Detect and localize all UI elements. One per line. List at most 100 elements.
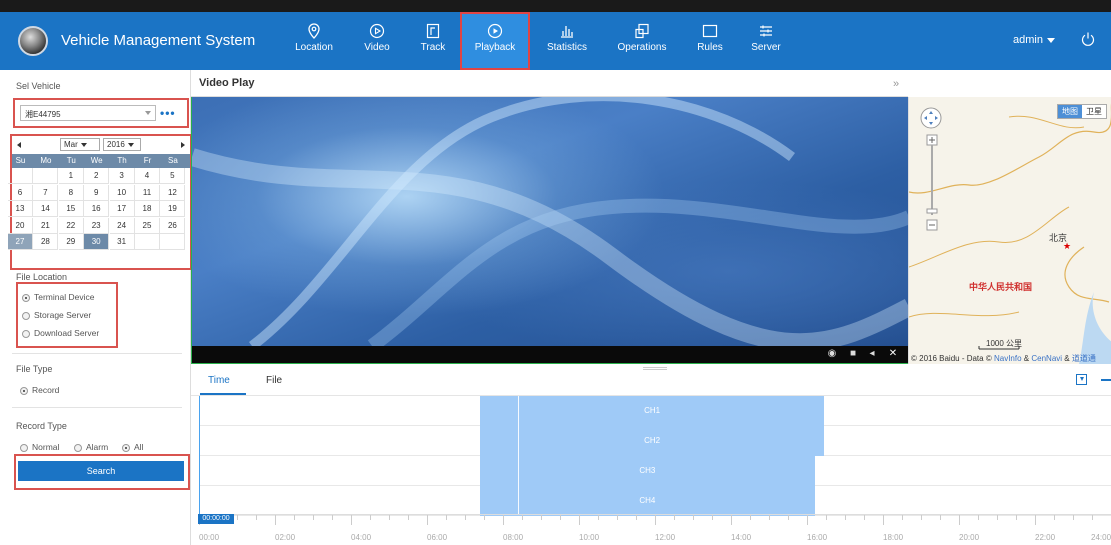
collapse-panel-icon[interactable]: »	[893, 78, 899, 90]
search-button[interactable]: Search	[18, 461, 184, 481]
file-location-terminal[interactable]: Terminal Device	[22, 292, 94, 302]
calendar-day[interactable]: 29	[58, 234, 84, 250]
axis-tick	[237, 515, 238, 520]
weekday-label: We	[90, 156, 103, 165]
file-type-record[interactable]: Record	[20, 385, 59, 395]
calendar-day[interactable]: 14	[33, 201, 59, 217]
nav-location[interactable]: Location	[289, 12, 339, 70]
record-type-all[interactable]: All	[122, 442, 143, 452]
calendar-day[interactable]: 23	[84, 217, 110, 234]
axis-tick	[807, 515, 808, 525]
calendar-day[interactable]: 27	[8, 234, 33, 250]
map-credit-amp: &	[1023, 354, 1030, 363]
axis-tick	[940, 515, 941, 520]
timeline-channel-bar[interactable]: CH1	[480, 396, 825, 426]
map-canvas: ★	[909, 103, 1111, 364]
camera-icon[interactable]: ◉	[826, 348, 838, 360]
timeline-channel-bar[interactable]: CH4	[480, 486, 815, 516]
timeline-start-line	[199, 396, 200, 514]
calendar-day[interactable]: 17	[109, 201, 135, 217]
axis-tick	[674, 515, 675, 520]
option-label: Record	[32, 385, 60, 395]
timeline-channel-bar[interactable]: CH3	[480, 456, 815, 486]
prev-month-icon[interactable]	[17, 142, 21, 148]
axis-tick	[997, 515, 998, 520]
calendar-day[interactable]: 10	[109, 184, 135, 201]
map-view[interactable]: ★ 北京 中华人民共和国 1000 公里	[908, 97, 1111, 364]
axis-tick	[693, 515, 694, 520]
fullscreen-icon[interactable]: ✕	[887, 348, 899, 360]
calendar-day[interactable]: 21	[33, 217, 59, 234]
nav-video[interactable]: Video	[357, 12, 397, 70]
timeline-cursor[interactable]	[518, 396, 520, 514]
more-button[interactable]: •••	[160, 106, 176, 120]
calendar-day[interactable]: 26	[160, 217, 186, 234]
calendar-day[interactable]: 24	[109, 217, 135, 234]
calendar-day[interactable]: 8	[58, 184, 84, 201]
calendar-day[interactable]: 20	[8, 217, 33, 234]
year-select[interactable]: 2016	[103, 138, 141, 151]
file-location-download[interactable]: Download Server	[22, 328, 99, 338]
stop-icon[interactable]: ■	[847, 348, 859, 360]
month-select[interactable]: Mar	[60, 138, 100, 151]
minimize-icon[interactable]	[1101, 379, 1111, 381]
nav-label: Playback	[474, 42, 516, 53]
record-type-label: Record Type	[16, 421, 67, 431]
location-pin-icon	[306, 23, 322, 39]
map-type-switch: 地图 卫星	[1057, 104, 1107, 119]
calendar-day[interactable]: 6	[8, 184, 33, 201]
nav-server[interactable]: Server	[746, 12, 786, 70]
calendar-day[interactable]: 2	[84, 168, 110, 184]
file-location-storage[interactable]: Storage Server	[22, 310, 91, 320]
download-icon[interactable]	[1076, 374, 1087, 385]
calendar-day[interactable]: 5	[160, 168, 186, 184]
nav-playback[interactable]: Playback	[460, 12, 530, 70]
user-menu[interactable]: admin	[1013, 34, 1055, 46]
volume-icon[interactable]: ◂	[866, 348, 878, 360]
nav-track[interactable]: Track	[413, 12, 453, 70]
calendar-day[interactable]: 16	[84, 201, 110, 217]
axis-tick	[541, 515, 542, 520]
calendar-day[interactable]: 25	[135, 217, 160, 234]
nav-operations[interactable]: Operations	[612, 12, 672, 70]
calendar-day[interactable]: 11	[135, 184, 160, 201]
tab-time[interactable]: Time	[208, 375, 230, 386]
calendar-day[interactable]: 12	[160, 184, 186, 201]
calendar-day[interactable]: 22	[58, 217, 84, 234]
server-icon	[758, 23, 774, 39]
timeline-channel-bar[interactable]: CH2	[480, 426, 825, 456]
calendar-day[interactable]: 18	[135, 201, 160, 217]
calendar-day[interactable]: 19	[160, 201, 186, 217]
weekday-label: Mo	[40, 156, 52, 165]
calendar-day[interactable]: 30	[84, 234, 110, 250]
record-type-alarm[interactable]: Alarm	[74, 442, 108, 452]
nav-statistics[interactable]: Statistics	[541, 12, 593, 70]
video-player[interactable]	[191, 97, 909, 346]
nav-label: Location	[295, 42, 333, 53]
resize-handle[interactable]	[643, 367, 667, 370]
calendar-day[interactable]: 15	[58, 201, 84, 217]
nav-rules[interactable]: Rules	[690, 12, 730, 70]
calendar-day[interactable]: 28	[33, 234, 59, 250]
calendar-day[interactable]: 13	[8, 201, 33, 217]
tab-file[interactable]: File	[266, 375, 282, 386]
map-credit-link[interactable]: NavInfo	[994, 354, 1022, 363]
record-type-normal[interactable]: Normal	[20, 442, 59, 452]
map-credit-link[interactable]: 道道通	[1072, 354, 1096, 363]
map-tab-satellite[interactable]: 卫星	[1082, 105, 1106, 118]
calendar-day[interactable]: 9	[84, 184, 110, 201]
calendar-day[interactable]: 3	[109, 168, 135, 184]
axis-tick	[370, 515, 371, 520]
calendar-day[interactable]: 7	[33, 184, 59, 201]
map-credit-link[interactable]: CenNavi	[1031, 354, 1062, 363]
map-tab-map[interactable]: 地图	[1058, 105, 1082, 118]
calendar-day[interactable]: 31	[109, 234, 135, 250]
axis-tick	[978, 515, 979, 520]
calendar-day[interactable]: 1	[58, 168, 84, 184]
timeline[interactable]: CH1 CH2 CH3 CH4	[199, 396, 1111, 516]
vehicle-select[interactable]: 湘E44795	[20, 105, 156, 121]
radio-icon	[22, 293, 30, 302]
power-icon[interactable]	[1080, 31, 1096, 47]
next-month-icon[interactable]	[181, 142, 185, 148]
calendar-day[interactable]: 4	[135, 168, 160, 184]
